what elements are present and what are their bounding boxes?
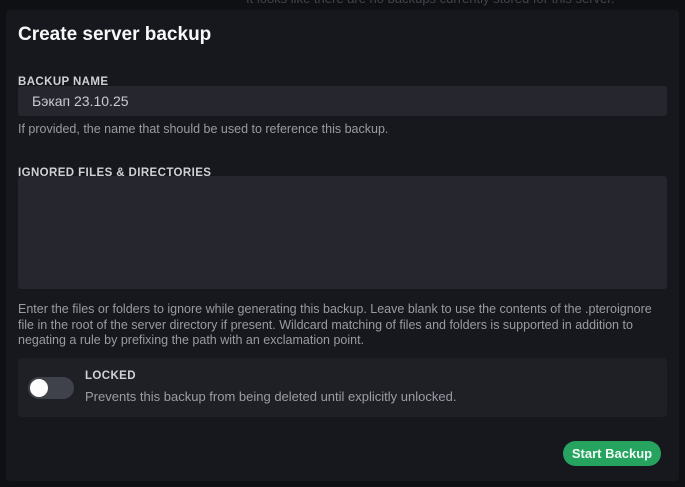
backup-name-input[interactable] [18, 86, 667, 116]
backups-page-background: It looks like there are no backups curre… [0, 0, 685, 487]
locked-label: LOCKED [85, 370, 136, 382]
start-backup-button[interactable]: Start Backup [563, 441, 661, 466]
backup-name-help-text: If provided, the name that should be use… [18, 122, 668, 138]
modal-title: Create server backup [18, 24, 211, 46]
ignored-files-help-text: Enter the files or folders to ignore whi… [18, 302, 668, 349]
ignored-files-textarea[interactable] [18, 176, 667, 289]
locked-description: Prevents this backup from being deleted … [85, 389, 456, 404]
background-empty-state-text: It looks like there are no backups curre… [246, 0, 615, 6]
locked-setting-box: LOCKED Prevents this backup from being d… [18, 358, 667, 417]
locked-toggle[interactable] [28, 377, 74, 399]
toggle-knob [30, 379, 48, 397]
create-backup-modal: Create server backup BACKUP NAME If prov… [6, 10, 679, 481]
